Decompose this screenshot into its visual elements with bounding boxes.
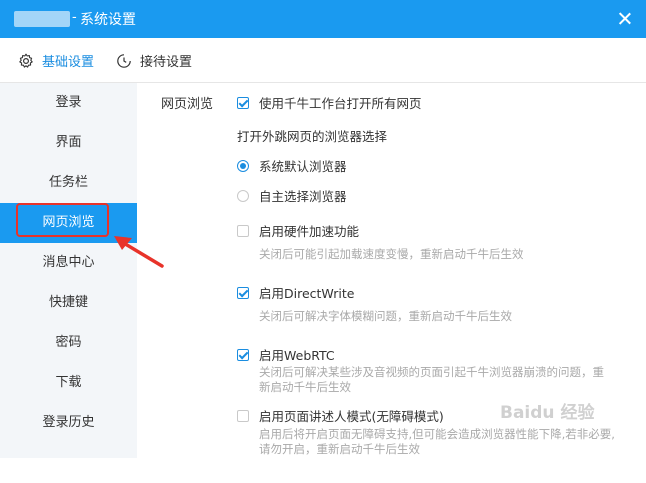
option-description: 关闭后可解决字体模糊问题，重新启动千牛后生效 — [259, 309, 512, 323]
option-label: 启用WebRTC — [259, 348, 335, 363]
sidebar-item-login-history[interactable]: 登录历史 — [0, 403, 137, 443]
close-button[interactable] — [614, 8, 636, 30]
sidebar-item-more[interactable] — [0, 443, 137, 483]
window-title: 系统设置 — [80, 12, 136, 28]
option-label: 启用页面讲述人模式(无障碍模式) — [259, 409, 444, 424]
option-use-qianniu[interactable]: 使用千牛工作台打开所有网页 — [237, 93, 422, 112]
option-label: 使用千牛工作台打开所有网页 — [259, 96, 422, 111]
option-description: 关闭后可能引起加载速度变慢，重新启动千牛后生效 — [259, 247, 524, 261]
external-browser-label: 打开外跳网页的浏览器选择 — [237, 129, 388, 144]
sidebar-item-taskbar[interactable]: 任务栏 — [0, 163, 137, 203]
option-narrator-mode[interactable]: 启用页面讲述人模式(无障碍模式) — [237, 406, 444, 425]
tab-bar: 基础设置 接待设置 — [0, 38, 646, 83]
tab-label: 基础设置 — [42, 55, 95, 70]
use-qianniu-checkbox[interactable] — [237, 96, 249, 109]
option-description-line2: 请勿开启，重新启动千牛后生效 — [259, 442, 420, 456]
section-label: 网页浏览 — [161, 97, 214, 112]
sidebar-item-interface[interactable]: 界面 — [0, 123, 137, 163]
option-webrtc[interactable]: 启用WebRTC — [237, 345, 335, 364]
app-logo-blurred — [14, 11, 70, 27]
hardware-acceleration-checkbox[interactable] — [237, 224, 249, 237]
option-label: 自主选择浏览器 — [259, 189, 347, 204]
tab-label: 接待设置 — [140, 55, 193, 70]
tab-basic-settings[interactable]: 基础设置 — [18, 51, 94, 70]
option-description-line1: 关闭后可解决某些涉及音视频的页面引起千牛浏览器崩溃的问题，重 — [259, 365, 604, 379]
option-directwrite[interactable]: 启用DirectWrite — [237, 283, 354, 302]
radio-default-browser[interactable]: 系统默认浏览器 — [237, 156, 347, 175]
title-separator: - — [72, 10, 77, 25]
option-label: 启用硬件加速功能 — [259, 224, 360, 239]
narrator-mode-checkbox[interactable] — [237, 409, 249, 422]
title-bar: - 系统设置 — [0, 0, 646, 38]
tab-reception-settings[interactable]: 接待设置 — [116, 51, 192, 70]
gear-icon — [19, 53, 33, 68]
default-browser-radio[interactable] — [237, 159, 249, 172]
watermark: Baidu 经验 — [500, 403, 595, 423]
option-hardware-acceleration[interactable]: 启用硬件加速功能 — [237, 221, 359, 240]
option-description-line2: 新启动千牛后生效 — [259, 380, 351, 394]
sidebar-item-download[interactable]: 下载 — [0, 363, 137, 403]
radio-custom-browser[interactable]: 自主选择浏览器 — [237, 186, 347, 205]
option-description-line1: 启用后将开启页面无障碍支持,但可能会造成浏览器性能下降,若非必要, — [259, 427, 615, 441]
webrtc-checkbox[interactable] — [237, 348, 249, 361]
option-label: 启用DirectWrite — [259, 286, 355, 301]
sidebar-item-shortcuts[interactable]: 快捷键 — [0, 283, 137, 323]
clock-icon — [117, 53, 131, 68]
sidebar-item-login[interactable]: 登录 — [0, 83, 137, 123]
sidebar-item-password[interactable]: 密码 — [0, 323, 137, 363]
option-label: 系统默认浏览器 — [259, 159, 347, 174]
custom-browser-radio[interactable] — [237, 189, 249, 202]
directwrite-checkbox[interactable] — [237, 286, 249, 299]
annotation-highlight-box — [16, 203, 109, 237]
